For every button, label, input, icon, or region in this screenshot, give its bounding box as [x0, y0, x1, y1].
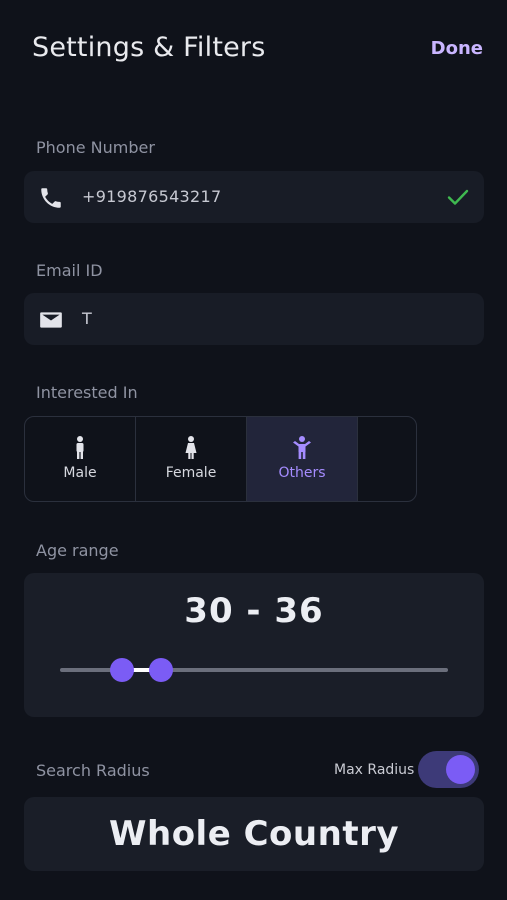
checkmark-icon [446, 186, 470, 208]
max-radius-label: Max Radius [334, 762, 415, 778]
search-radius-value: Whole Country [108, 814, 400, 854]
age-range-card: 30 - 36 [24, 573, 484, 717]
email-input[interactable]: T [82, 309, 92, 328]
email-field[interactable]: T [24, 293, 484, 345]
option-female[interactable]: Female [136, 417, 247, 501]
email-label: Email ID [36, 261, 103, 280]
age-range-slider-track[interactable] [60, 658, 448, 682]
phone-value: +919876543217 [82, 187, 222, 206]
interested-in-segmented-control: Male Female Others [24, 416, 417, 502]
option-male-label: Male [63, 465, 97, 481]
age-max-thumb[interactable] [148, 658, 173, 682]
header: Settings & Filters Done [0, 0, 507, 100]
option-others-label: Others [278, 465, 326, 481]
phone-icon [38, 185, 64, 211]
age-range-value: 30 - 36 [184, 591, 324, 631]
max-radius-toggle-knob [446, 755, 475, 784]
mail-icon [38, 307, 64, 333]
age-min-thumb[interactable] [110, 658, 135, 682]
phone-field[interactable]: +919876543217 [24, 171, 484, 223]
age-range-label: Age range [36, 541, 119, 560]
max-radius-toggle[interactable] [418, 751, 479, 788]
option-male[interactable]: Male [25, 417, 136, 501]
search-radius-label: Search Radius [36, 761, 150, 780]
phone-label: Phone Number [36, 138, 155, 157]
male-icon [69, 435, 91, 461]
search-radius-card[interactable]: Whole Country [24, 797, 484, 871]
female-icon [180, 435, 202, 461]
others-icon [291, 435, 313, 461]
option-others[interactable]: Others [247, 417, 358, 501]
option-female-label: Female [165, 465, 217, 481]
page-title: Settings & Filters [32, 32, 266, 63]
segment-empty [358, 417, 416, 501]
done-button[interactable]: Done [431, 38, 483, 59]
interested-in-label: Interested In [36, 383, 138, 402]
